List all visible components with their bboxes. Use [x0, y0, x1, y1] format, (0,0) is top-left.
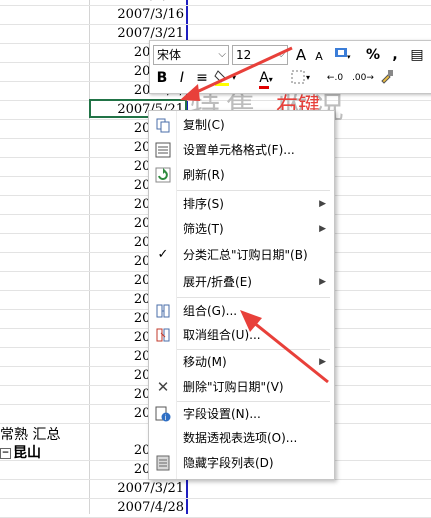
date-cell[interactable]: 2007/3/16: [90, 6, 186, 24]
menu-item-move[interactable]: 移动(M) ▶: [149, 351, 334, 373]
table-row[interactable]: 2007/4/28: [0, 499, 431, 518]
date-cell[interactable]: 2007/4/16: [90, 0, 186, 5]
field-list-icon: [155, 455, 171, 471]
group-label: 昆山: [13, 445, 41, 461]
submenu-arrow-icon: ▶: [319, 224, 326, 234]
menu-item-refresh[interactable]: 刷新(R): [149, 164, 334, 186]
ungroup-icon: [155, 327, 171, 343]
svg-text:i: i: [165, 414, 167, 422]
font-size-select[interactable]: 12 ⌵: [232, 45, 288, 65]
percent-button[interactable]: %: [364, 45, 382, 65]
menu-item-format-cells[interactable]: 设置单元格格式(F)...: [149, 139, 334, 161]
format-cells-icon: [155, 142, 171, 158]
menu-item-expand-collapse[interactable]: 展开/折叠(E) ▶: [149, 271, 334, 293]
borders-button[interactable]: ▾: [289, 68, 315, 88]
date-cell[interactable]: 2007/3/21: [90, 480, 186, 498]
increase-decimal-button[interactable]: ←.0: [322, 68, 348, 88]
refresh-icon: [155, 167, 171, 183]
svg-text:▾: ▾: [306, 73, 310, 82]
grow-font-button[interactable]: A: [292, 45, 310, 65]
svg-text:▾: ▾: [347, 53, 351, 61]
menu-separator: [177, 401, 330, 402]
fill-color-button[interactable]: ▾: [213, 68, 243, 88]
field-settings-icon: i: [155, 406, 171, 422]
group-row-label[interactable]: − 昆山: [0, 442, 41, 462]
check-icon: ✓: [157, 247, 169, 262]
table-row[interactable]: 2007/3/16: [0, 6, 431, 25]
menu-separator: [177, 297, 330, 298]
bold-button[interactable]: B: [153, 68, 171, 88]
menu-item-delete-field[interactable]: ✕ 删除"订购日期"(V): [149, 376, 334, 398]
font-name-select[interactable]: 宋体 ⌵: [153, 45, 229, 65]
font-color-button[interactable]: A▾: [251, 68, 281, 89]
menu-separator: [177, 349, 330, 350]
menu-item-pivot-options[interactable]: 数据透视表选项(O)...: [149, 427, 334, 449]
svg-text:▾: ▾: [232, 73, 236, 82]
delete-x-icon: ✕: [156, 378, 170, 396]
date-cell[interactable]: 2007/4/28: [90, 499, 186, 517]
format-painter-button[interactable]: [378, 68, 396, 88]
format-painter-top-icon[interactable]: ▤: [408, 45, 426, 65]
menu-item-copy[interactable]: 复制(C): [149, 114, 334, 136]
menu-item-hide-field-list[interactable]: 隐藏字段列表(D): [149, 452, 334, 474]
menu-separator: [177, 190, 330, 191]
menu-item-field-settings[interactable]: i 字段设置(N)...: [149, 403, 334, 425]
chevron-down-icon: ⌵: [218, 49, 226, 60]
fill-color-icon: ▾: [214, 70, 236, 86]
menu-item-ungroup[interactable]: 取消组合(U)...: [149, 324, 334, 346]
menu-item-group[interactable]: 组合(G)...: [149, 300, 334, 322]
borders-icon: ▾: [291, 70, 310, 84]
shrink-font-button[interactable]: A: [310, 47, 328, 67]
number-format-button[interactable]: ▾: [330, 45, 356, 65]
menu-item-filter[interactable]: 筛选(T) ▶: [149, 218, 334, 240]
decrease-decimal-button[interactable]: .00→: [350, 68, 376, 88]
copy-icon: [155, 117, 171, 133]
comma-style-icon[interactable]: ,: [386, 45, 404, 65]
subtotal-label: 常熟 汇总: [0, 427, 61, 443]
menu-item-sort[interactable]: 排序(S) ▶: [149, 193, 334, 215]
submenu-arrow-icon: ▶: [319, 199, 326, 209]
group-icon: [155, 303, 171, 319]
table-row[interactable]: 2007/3/21: [0, 480, 431, 499]
context-menu: 复制(C) 设置单元格格式(F)... 刷新(R) 排序(S) ▶ 筛选(T) …: [148, 110, 335, 480]
menu-item-subtotal[interactable]: ✓ 分类汇总"订购日期"(B): [149, 244, 334, 266]
brush-icon: [381, 70, 393, 84]
mini-toolbar: 宋体 ⌵ 12 ⌵ A A ▾ % , ▤ B I ≡ ▾ A▾ ▾ ←.0 .00…: [149, 40, 431, 94]
collapse-button[interactable]: −: [0, 447, 11, 459]
submenu-arrow-icon: ▶: [319, 357, 326, 367]
align-icon[interactable]: ≡: [193, 68, 211, 88]
chevron-down-icon: ⌵: [277, 49, 285, 60]
currency-format-icon: ▾: [335, 48, 351, 61]
italic-button[interactable]: I: [173, 68, 191, 88]
submenu-arrow-icon: ▶: [319, 277, 326, 287]
